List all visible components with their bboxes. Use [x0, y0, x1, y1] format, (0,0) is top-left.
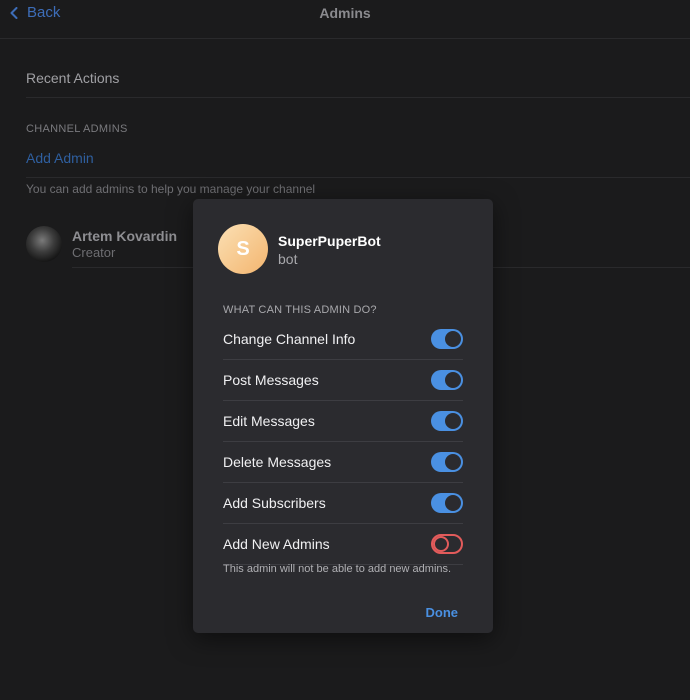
admin-rights-dialog: S SuperPuperBot bot WHAT CAN THIS ADMIN …: [193, 199, 493, 633]
toggle-knob: [445, 454, 461, 470]
permission-delete-messages[interactable]: Delete Messages: [223, 442, 463, 483]
permission-label: Post Messages: [223, 372, 319, 388]
toggle-knob: [445, 495, 461, 511]
admin-name[interactable]: Artem Kovardin: [72, 228, 177, 244]
admin-role: Creator: [72, 245, 116, 260]
permission-edit-messages[interactable]: Edit Messages: [223, 401, 463, 442]
permission-toggle[interactable]: [431, 452, 463, 472]
admins-footer-note: You can add admins to help you manage yo…: [26, 182, 316, 196]
permission-label: Add New Admins: [223, 536, 330, 552]
permission-label: Edit Messages: [223, 413, 315, 429]
permission-change-channel-info[interactable]: Change Channel Info: [223, 319, 463, 360]
permissions-list: Change Channel Info Post Messages Edit M…: [223, 319, 463, 565]
permission-post-messages[interactable]: Post Messages: [223, 360, 463, 401]
add-admin-button[interactable]: Add Admin: [26, 150, 94, 166]
permission-add-new-admins[interactable]: Add New Admins: [223, 524, 463, 565]
permission-toggle[interactable]: [431, 534, 463, 554]
permission-note: This admin will not be able to add new a…: [223, 563, 452, 575]
toggle-knob: [445, 372, 461, 388]
done-button[interactable]: Done: [426, 605, 459, 620]
permission-label: Add Subscribers: [223, 495, 326, 511]
recent-actions-item[interactable]: Recent Actions: [26, 70, 119, 86]
permission-label: Change Channel Info: [223, 331, 356, 347]
toggle-knob: [445, 331, 461, 347]
permission-toggle[interactable]: [431, 329, 463, 349]
permissions-header: WHAT CAN THIS ADMIN DO?: [223, 304, 377, 316]
avatar: [26, 226, 62, 262]
channel-admins-header: CHANNEL ADMINS: [26, 123, 128, 135]
divider: [26, 97, 690, 98]
permission-toggle[interactable]: [431, 411, 463, 431]
top-bar: Back Admins: [0, 0, 690, 39]
permission-toggle[interactable]: [431, 370, 463, 390]
toggle-knob: [445, 413, 461, 429]
permission-toggle[interactable]: [431, 493, 463, 513]
permission-add-subscribers[interactable]: Add Subscribers: [223, 483, 463, 524]
bot-subtitle: bot: [278, 251, 298, 267]
bot-avatar: S: [218, 224, 268, 274]
toggle-knob: [433, 536, 449, 552]
divider: [26, 177, 690, 178]
page-title: Admins: [319, 5, 371, 21]
permission-label: Delete Messages: [223, 454, 332, 470]
bot-name: SuperPuperBot: [278, 233, 381, 249]
